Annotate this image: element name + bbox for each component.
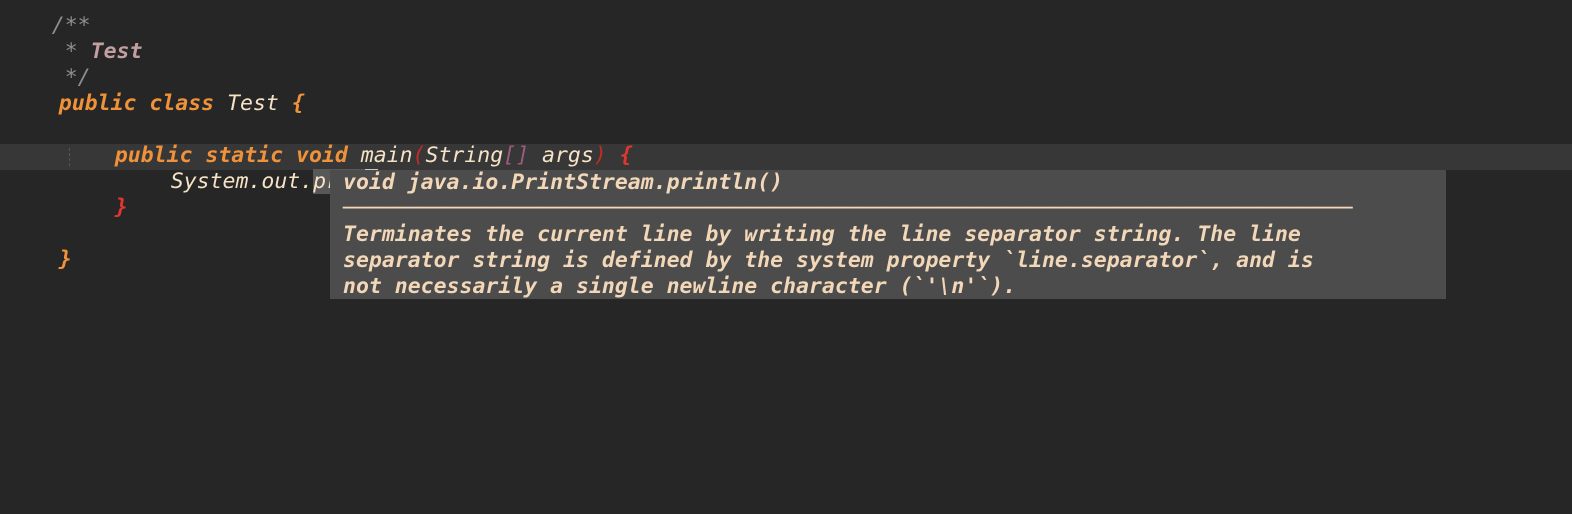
code-line-4[interactable]: public class Test {	[7, 65, 305, 116]
code-line-3[interactable]: */	[0, 39, 91, 90]
keyword-public: public	[58, 91, 137, 116]
doc-comment-text: Test	[90, 39, 143, 64]
array-brackets: []	[503, 143, 530, 168]
code-line-1[interactable]: /**	[0, 0, 91, 38]
code-line-6[interactable]: public static void main(String[] args) {	[63, 117, 633, 168]
class-name: Test	[227, 91, 279, 116]
method-open-brace: {	[619, 143, 633, 168]
hover-doc-tooltip: void java.io.PrintStream.println() ─────…	[330, 170, 1446, 299]
tooltip-doc-line-3: not necessarily a single newline charact…	[343, 274, 1017, 299]
code-line-7[interactable]: System.out.println();	[119, 143, 443, 194]
code-line-8[interactable]: }	[63, 169, 128, 220]
param-name: args	[542, 143, 594, 168]
code-editor[interactable]: /** * Test */ public class Test { public…	[0, 0, 1572, 514]
method-close-brace: }	[114, 195, 128, 220]
code-line-2[interactable]: * Test	[0, 13, 143, 64]
class-close-brace: }	[58, 247, 72, 272]
code-line-10[interactable]: }	[7, 221, 72, 272]
tooltip-signature: void java.io.PrintStream.println()	[343, 170, 784, 195]
keyword-class: class	[149, 91, 215, 116]
params-close-paren: )	[593, 143, 607, 168]
tooltip-doc-line-1: Terminates the current line by writing t…	[343, 222, 1301, 247]
tooltip-doc-line-2: separator string is defined by the syste…	[343, 248, 1314, 273]
class-open-brace: {	[291, 91, 305, 116]
call-receiver: System.out.	[170, 169, 314, 194]
tooltip-separator: ────────────────────────────────────────…	[343, 196, 1353, 221]
